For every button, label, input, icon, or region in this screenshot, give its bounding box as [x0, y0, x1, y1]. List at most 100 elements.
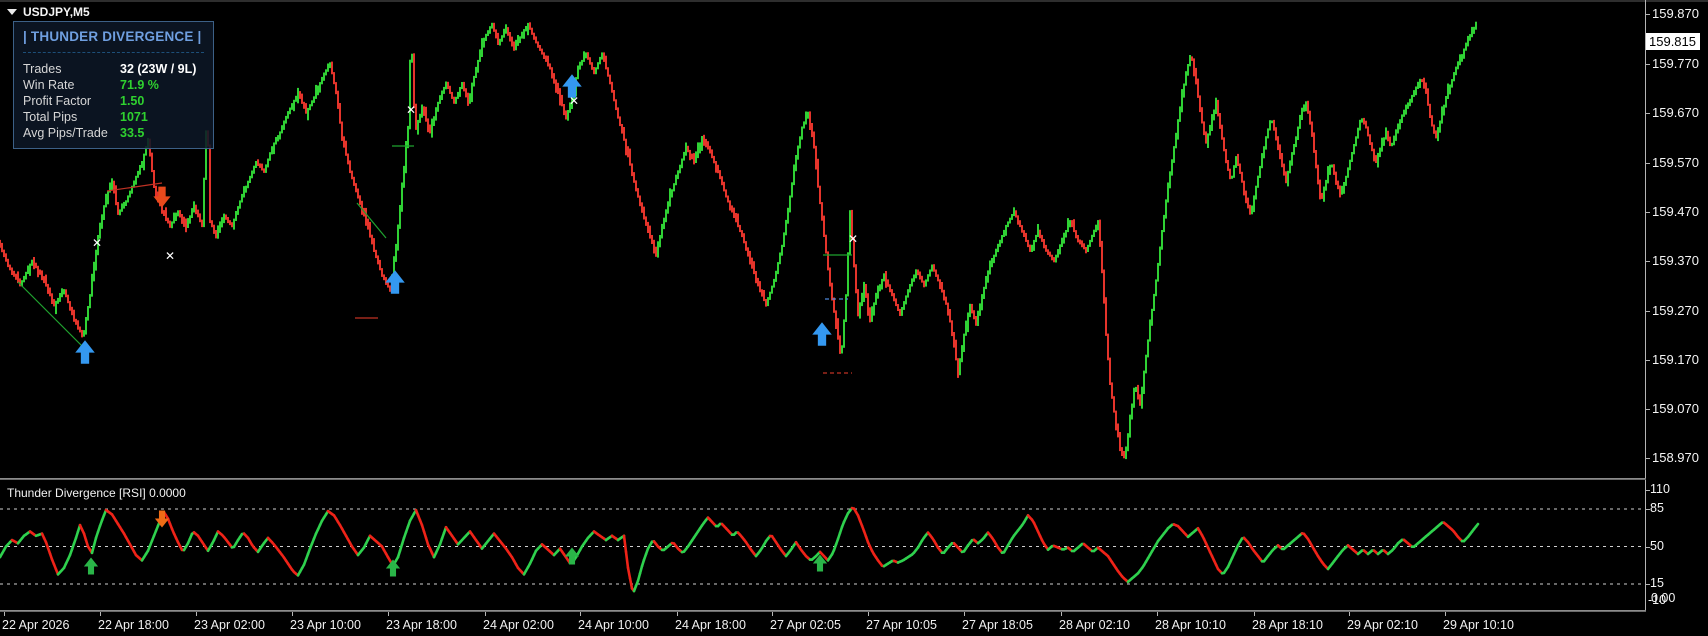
price-tick-label: 159.170 [1652, 352, 1699, 367]
time-tick-mark [964, 612, 965, 616]
price-tick-mark [1645, 409, 1650, 410]
indicator-scale-label: 110 [1650, 482, 1670, 496]
time-axis[interactable]: 22 Apr 2026 22 Apr 18:00 23 Apr 02:00 23 Ap… [0, 612, 1708, 636]
time-tick-mark [292, 612, 293, 616]
info-value: 1.50 [120, 94, 145, 108]
time-tick-label: 23 Apr 18:00 [386, 618, 457, 632]
price-tick-label: 159.370 [1652, 253, 1699, 268]
time-tick-mark [1445, 612, 1446, 616]
time-tick-label: 27 Apr 18:05 [962, 618, 1033, 632]
thunder-divergence-info-panel: | THUNDER DIVERGENCE | Trades 32 (23W / … [13, 21, 214, 149]
x-close-marker: ✕ [406, 103, 416, 117]
info-panel-title: | THUNDER DIVERGENCE | [23, 29, 204, 53]
time-tick-label: 27 Apr 10:05 [866, 618, 937, 632]
rsi-buy-arrow-marker [83, 557, 99, 575]
price-tick-label: 159.470 [1652, 204, 1699, 219]
x-close-marker: ✕ [569, 94, 579, 108]
info-label: Trades [23, 62, 62, 76]
price-tick-label: 159.770 [1652, 56, 1699, 71]
time-tick-mark [1157, 612, 1158, 616]
trade-lines [17, 145, 852, 374]
info-value: 1071 [120, 110, 148, 124]
price-tick-label: 159.070 [1652, 401, 1699, 416]
indicator-pane [0, 506, 1645, 593]
info-value: 32 (23W / 9L) [120, 62, 197, 76]
time-tick-mark [772, 612, 773, 616]
indicator-scale-label: 0.00 [1651, 591, 1676, 605]
info-row-win-rate: Win Rate 71.9 % [23, 77, 204, 93]
price-tick-label: 159.570 [1652, 155, 1699, 170]
chevron-down-icon [7, 9, 17, 15]
time-tick-mark [677, 612, 678, 616]
time-tick-label: 29 Apr 10:10 [1443, 618, 1514, 632]
time-tick-mark [1061, 612, 1062, 616]
time-tick-label: 23 Apr 02:00 [194, 618, 265, 632]
price-axis[interactable]: 159.870 159.770 159.670 159.570 159.470 159.3… [1645, 0, 1708, 612]
info-row-total-pips: Total Pips 1071 [23, 109, 204, 125]
chart-window: ✕ ✕ ✕ ✕ ✕ USDJPY,M5 | THUNDER DIVERGENCE | T… [0, 0, 1708, 636]
time-tick-label: 27 Apr 02:05 [770, 618, 841, 632]
rsi-buy-arrow-marker [385, 559, 401, 577]
time-tick-label: 22 Apr 18:00 [98, 618, 169, 632]
price-tick-label: 159.270 [1652, 303, 1699, 318]
info-value: 71.9 % [120, 78, 159, 92]
time-tick-mark [388, 612, 389, 616]
buy-arrow-marker [812, 322, 832, 346]
time-tick-label: 24 Apr 02:00 [483, 618, 554, 632]
time-tick-mark [1349, 612, 1350, 616]
time-tick-mark [1254, 612, 1255, 616]
time-tick-mark [100, 612, 101, 616]
candlestick-series [0, 21, 1477, 460]
info-row-profit-factor: Profit Factor 1.50 [23, 93, 204, 109]
indicator-scale-label: 85 [1650, 501, 1664, 515]
current-price-tag: 159.815 [1646, 33, 1700, 50]
symbol-timeframe-text: USDJPY,M5 [23, 5, 90, 19]
price-tick-mark [1645, 458, 1650, 459]
time-tick-label: 24 Apr 18:00 [675, 618, 746, 632]
time-tick-label: 28 Apr 10:10 [1155, 618, 1226, 632]
time-tick-mark [485, 612, 486, 616]
time-tick-mark [868, 612, 869, 616]
info-row-avg-pips: Avg Pips/Trade 33.5 [23, 125, 204, 141]
price-tick-mark [1645, 212, 1650, 213]
price-tick-label: 159.870 [1652, 6, 1699, 21]
pane-splitter-top[interactable] [0, 478, 1646, 480]
time-tick-label: 22 Apr 2026 [2, 618, 70, 632]
trend-line [356, 202, 387, 239]
time-tick-label: 28 Apr 02:10 [1059, 618, 1130, 632]
rsi-segment [622, 534, 628, 554]
x-close-marker: ✕ [165, 249, 175, 263]
time-tick-label: 29 Apr 02:10 [1347, 618, 1418, 632]
info-row-trades: Trades 32 (23W / 9L) [23, 61, 204, 77]
price-tick-mark [1645, 360, 1650, 361]
price-tick-mark [1645, 14, 1650, 15]
price-tick-mark [1645, 163, 1650, 164]
info-label: Avg Pips/Trade [23, 126, 108, 140]
chart-canvas[interactable]: ✕ ✕ ✕ ✕ ✕ [0, 0, 1646, 612]
rsi-buy-arrow-marker [564, 547, 580, 565]
time-tick-mark [196, 612, 197, 616]
price-tick-label: 158.970 [1652, 450, 1699, 465]
time-tick-label: 23 Apr 10:00 [290, 618, 361, 632]
price-tick-mark [1645, 311, 1650, 312]
time-tick-mark [580, 612, 581, 616]
x-close-marker: ✕ [848, 232, 858, 246]
price-tick-label: 159.670 [1652, 105, 1699, 120]
info-label: Total Pips [23, 110, 78, 124]
info-value: 33.5 [120, 126, 145, 140]
indicator-scale-label: 15 [1650, 576, 1664, 590]
price-tick-mark [1645, 261, 1650, 262]
price-tick-mark [1645, 64, 1650, 65]
x-close-marker: ✕ [92, 236, 102, 250]
buy-arrow-marker [75, 340, 95, 364]
rsi-segment [628, 576, 634, 590]
info-label: Profit Factor [23, 94, 92, 108]
indicator-title: Thunder Divergence [RSI] 0.0000 [7, 486, 186, 500]
rsi-segment [1474, 522, 1480, 528]
symbol-timeframe-label: USDJPY,M5 [7, 5, 90, 19]
indicator-scale-label: 50 [1650, 539, 1664, 553]
time-tick-label: 24 Apr 10:00 [578, 618, 649, 632]
info-label: Win Rate [23, 78, 75, 92]
price-tick-mark [1645, 113, 1650, 114]
time-tick-mark [4, 612, 5, 616]
